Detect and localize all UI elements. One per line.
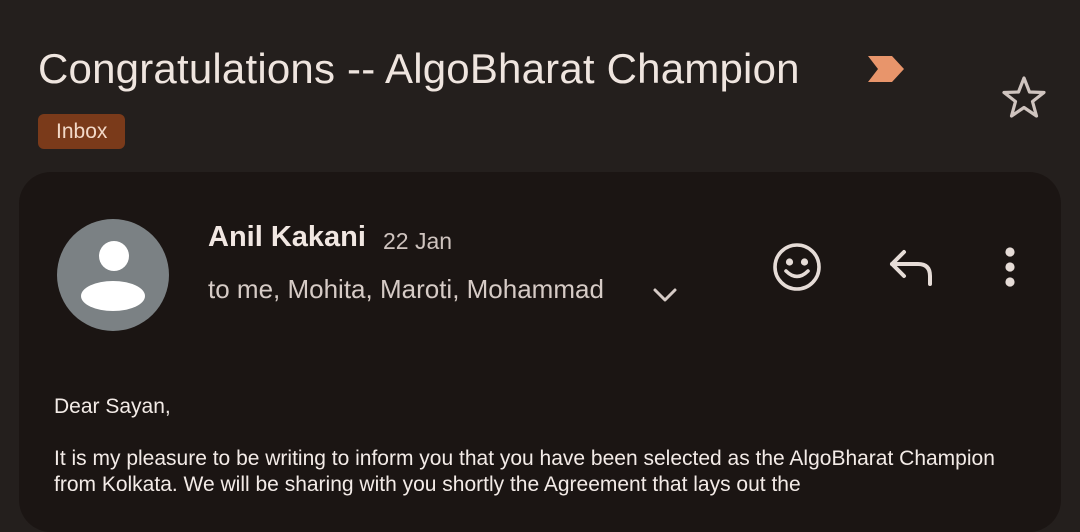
reply-icon[interactable]	[884, 244, 938, 290]
message-date: 22 Jan	[383, 228, 453, 254]
important-marker-icon[interactable]	[866, 54, 906, 84]
greeting-text: Dear Sayan,	[54, 395, 171, 418]
more-vert-icon[interactable]	[994, 244, 1026, 290]
label-chip-inbox[interactable]: Inbox	[38, 114, 126, 149]
email-subject: Congratulations -- AlgoBharat Champion	[38, 45, 800, 92]
emoji-reaction-icon[interactable]	[770, 240, 824, 294]
recipients-line[interactable]: to me, Mohita, Maroti, Mohammad	[208, 274, 604, 305]
message-body: Dear Sayan, It is my pleasure to be writ…	[54, 394, 1034, 498]
person-avatar-icon[interactable]	[57, 219, 169, 331]
body-paragraph: It is my pleasure to be writing to infor…	[54, 447, 995, 496]
chevron-down-icon[interactable]	[650, 282, 680, 306]
sender-name[interactable]: Anil Kakani	[208, 221, 366, 254]
star-outline-icon[interactable]	[998, 72, 1050, 124]
